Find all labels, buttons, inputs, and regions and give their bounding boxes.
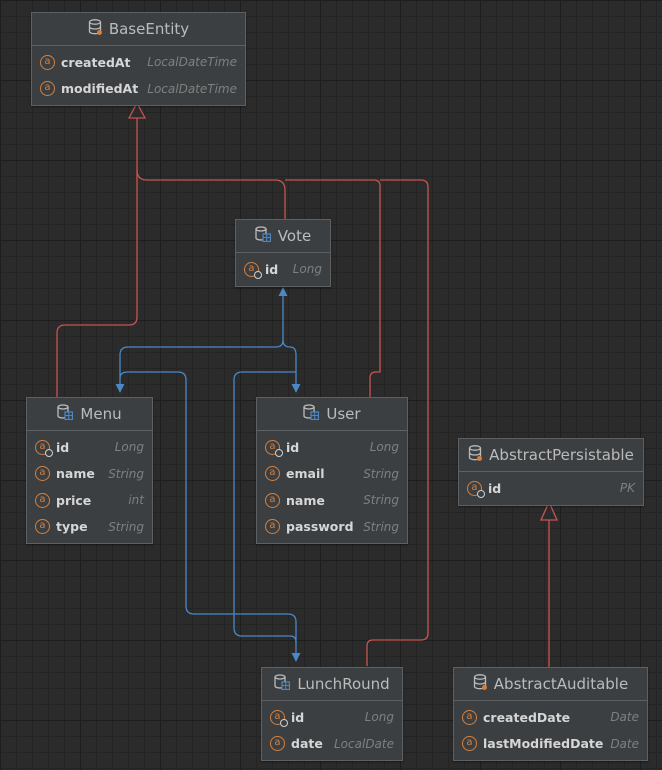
field-type: Long	[114, 440, 144, 455]
field-icon: a	[40, 81, 55, 97]
field-name: email	[286, 466, 325, 482]
field-type: String	[108, 519, 144, 534]
key-field-icon: a	[35, 439, 53, 457]
inheritance-edges	[56, 101, 559, 667]
field-name: type	[56, 519, 88, 535]
field-icon: a	[265, 466, 280, 482]
field-name: createdDate	[483, 709, 571, 725]
field-row[interactable]: a createdAt LocalDateTime	[32, 49, 245, 76]
field-icon: a	[265, 492, 280, 508]
entity-title: LunchRound	[297, 675, 390, 693]
key-field-icon: a	[244, 261, 262, 279]
edge-vote-to-baseentity	[136, 169, 286, 219]
field-row[interactable]: a lastModifiedDate Date	[454, 731, 647, 758]
field-icon: a	[35, 492, 50, 508]
field-name: lastModifiedDate	[483, 736, 604, 752]
edge-vote-menu	[115, 287, 288, 393]
entity-table-icon	[274, 674, 291, 694]
field-row[interactable]: a email String	[257, 461, 407, 488]
key-field-icon: a	[270, 709, 288, 727]
field-row[interactable]: a type String	[27, 514, 152, 541]
entity-header: AbstractAuditable	[454, 668, 647, 701]
entity-table-icon	[255, 226, 271, 246]
edge-vote-user	[282, 339, 301, 393]
entity-header: LunchRound	[262, 668, 402, 701]
field-name: name	[286, 492, 325, 508]
entity-icon	[468, 445, 483, 465]
entity-header: AbstractPersistable	[459, 439, 643, 472]
field-row[interactable]: a name String	[27, 461, 152, 488]
entity-table-icon	[303, 404, 320, 424]
field-type: String	[363, 493, 399, 508]
field-name: id	[286, 439, 300, 455]
field-type: PK	[619, 481, 635, 496]
entity-title: BaseEntity	[108, 20, 190, 38]
entity-abstractauditable[interactable]: AbstractAuditable a createdDate Date a l…	[453, 667, 648, 761]
field-icon: a	[265, 519, 280, 535]
field-type: String	[108, 466, 144, 481]
field-type: int	[128, 493, 144, 508]
field-name: password	[286, 519, 354, 535]
field-name: price	[56, 492, 92, 508]
entity-header: User	[257, 398, 407, 431]
field-row[interactable]: a modifiedAt LocalDateTime	[32, 76, 245, 103]
entity-title: AbstractAuditable	[493, 675, 629, 693]
entity-title: Vote	[277, 227, 312, 245]
field-row[interactable]: a password String	[257, 514, 407, 541]
field-row[interactable]: a id Long	[27, 434, 152, 461]
field-icon: a	[35, 466, 50, 482]
entity-icon	[473, 674, 487, 694]
field-type: LocalDateTime	[147, 81, 237, 96]
field-type: LocalDateTime	[147, 55, 237, 70]
field-name: id	[488, 480, 502, 496]
entity-header: Menu	[27, 398, 152, 431]
field-name: modifiedAt	[61, 81, 139, 97]
edge-user-to-baseentity	[285, 179, 381, 397]
key-field-icon: a	[265, 439, 283, 457]
field-type: Long	[364, 710, 394, 725]
entity-title: Menu	[80, 405, 122, 423]
field-type: Date	[610, 736, 639, 751]
field-type: LocalDate	[334, 736, 394, 751]
field-type: Long	[369, 440, 399, 455]
field-icon: a	[40, 54, 55, 70]
field-row[interactable]: a price int	[27, 487, 152, 514]
entity-menu[interactable]: Menu a id Long a name String a price int…	[26, 397, 153, 544]
field-row[interactable]: a createdDate Date	[454, 704, 647, 731]
field-icon: a	[462, 736, 477, 752]
field-name: id	[56, 439, 70, 455]
field-row[interactable]: a id PK	[459, 475, 643, 502]
field-type: Date	[610, 710, 639, 725]
field-name: date	[291, 736, 323, 752]
field-name: name	[56, 466, 95, 482]
field-name: id	[291, 709, 305, 725]
field-type: String	[363, 519, 399, 534]
entity-title: User	[326, 405, 361, 423]
field-row[interactable]: a id Long	[262, 704, 402, 731]
entity-user[interactable]: User a id Long a email String a name Str…	[256, 397, 408, 544]
field-name: id	[265, 261, 279, 277]
field-type: Long	[292, 262, 322, 277]
entity-baseentity[interactable]: BaseEntity a createdAt LocalDateTime a m…	[31, 12, 246, 106]
field-icon: a	[35, 519, 50, 535]
field-icon: a	[270, 736, 285, 752]
field-row[interactable]: a name String	[257, 487, 407, 514]
field-name: createdAt	[61, 54, 131, 70]
entity-abstractpersistable[interactable]: AbstractPersistable a id PK	[458, 438, 644, 506]
entity-header: Vote	[236, 220, 330, 253]
field-row[interactable]: a date LocalDate	[262, 731, 402, 758]
entity-table-icon	[57, 404, 74, 424]
edge-menu-to-baseentity	[56, 118, 138, 397]
field-row[interactable]: a id Long	[257, 434, 407, 461]
entity-icon	[88, 19, 102, 39]
field-type: String	[363, 466, 399, 481]
entity-title: AbstractPersistable	[489, 446, 634, 464]
entity-vote[interactable]: Vote a id Long	[235, 219, 331, 287]
entity-header: BaseEntity	[32, 13, 245, 46]
entity-lunchround[interactable]: LunchRound a id Long a date LocalDate	[261, 667, 403, 761]
field-row[interactable]: a id Long	[236, 256, 330, 283]
key-field-icon: a	[467, 480, 485, 498]
field-icon: a	[462, 709, 477, 725]
